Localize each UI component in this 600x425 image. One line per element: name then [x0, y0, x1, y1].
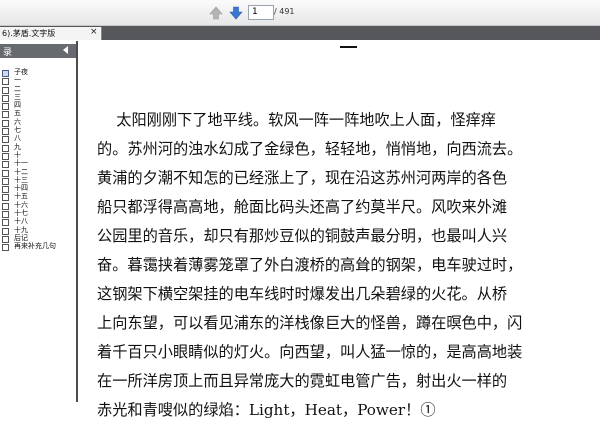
sidebar-title: 录 — [3, 48, 13, 58]
collapse-arrow-icon[interactable] — [63, 46, 68, 54]
bookmark-icon — [2, 144, 9, 152]
bookmark-icon — [2, 111, 9, 119]
bookmark-icon — [2, 152, 9, 160]
bookmark-icon — [2, 177, 9, 185]
bookmark-icon — [2, 235, 9, 243]
text-line: 这钢架下横空架挂的电车线时时爆发出几朵碧绿的火花。从桥 — [97, 285, 508, 303]
sidebar-item-label: 再来补充几句 — [14, 242, 56, 251]
bookmark-icon — [2, 227, 9, 235]
bookmark-icon — [2, 119, 9, 127]
chapter-heading — [340, 46, 357, 48]
tab-label: 6).茅盾.文字版 — [2, 29, 56, 38]
bookmark-icon — [2, 202, 9, 210]
page-number-input[interactable]: 1 — [248, 5, 274, 20]
bookmark-icon — [2, 94, 9, 102]
bookmark-icon — [2, 136, 9, 144]
text-line: 在一所洋房顶上而且异常庞大的霓虹电管广告，射出火一样的 — [97, 372, 508, 390]
text-line: 船只都浮得高高地，舱面比码头还高了约莫半尺。风吹来外滩 — [97, 198, 508, 216]
text-line: 上向东望，可以看见浦东的洋栈像巨大的怪兽，蹲在暝色中，闪 — [97, 314, 523, 332]
bookmark-icon — [2, 78, 9, 86]
document-tab[interactable]: 6).茅盾.文字版 × — [0, 27, 102, 40]
close-icon[interactable]: × — [90, 27, 98, 37]
toolbar: 1 / 491 — [0, 0, 600, 26]
text-line: 黄浦的夕潮不知怎的已经涨上了，现在沿这苏州河两岸的各色 — [97, 169, 508, 187]
bookmark-icon — [2, 219, 9, 227]
text-line: 赤光和青嗖似的绿焰：Light，Heat，Power！① — [97, 401, 436, 419]
sidebar-item[interactable]: 再来补充几句 — [2, 242, 76, 252]
bookmark-icon — [2, 194, 9, 202]
bookmark-list: 子夜一二三四五六七八九十十一 十二 十三 十四 十五 十六 十七 十八 十九 后记 再来补充几句 — [2, 68, 76, 252]
arrow-up-icon[interactable] — [208, 5, 224, 21]
page-total: / 491 — [274, 7, 295, 16]
bookmarks-sidebar: 录 子夜一二三四五六七八九十十一 十二 十三 十四 十五 十六 十七 十八 十九 后记 再来补充几句 — [0, 41, 78, 402]
bookmark-icon — [2, 128, 9, 136]
text-line: 奋。暮霭挟着薄雾笼罩了外白渡桥的高耸的钢架，电车驶过时， — [97, 256, 523, 274]
bookmark-icon — [2, 244, 9, 252]
bookmark-icon — [2, 211, 9, 219]
bookmark-icon — [2, 86, 9, 94]
bookmark-icon — [2, 103, 9, 111]
tab-strip: 6).茅盾.文字版 × — [0, 26, 600, 40]
bookmark-icon — [2, 161, 9, 169]
text-line: 公园里的音乐，却只有那炒豆似的铜鼓声最分明，也最叫人兴 — [97, 227, 508, 245]
arrow-down-icon[interactable] — [228, 5, 244, 21]
text-line: 的。苏州河的浊水幻成了金绿色，轻轻地，悄悄地，向西流去。 — [97, 140, 523, 158]
text-line: 太阳刚刚下了地平线。软风一阵一阵地吹上人面，怪痒痒 — [97, 111, 496, 129]
document-text: 太阳刚刚下了地平线。软风一阵一阵地吹上人面，怪痒痒的。苏州河的浊水幻成了金绿色，… — [97, 106, 599, 425]
bookmark-icon — [2, 169, 9, 177]
bookmark-icon — [2, 186, 9, 194]
document-icon — [2, 70, 9, 77]
text-line: 着千百只小眼睛似的灯火。向西望，叫人猛一惊的，是高高地装 — [97, 343, 523, 361]
sidebar-header: 录 — [0, 44, 76, 58]
